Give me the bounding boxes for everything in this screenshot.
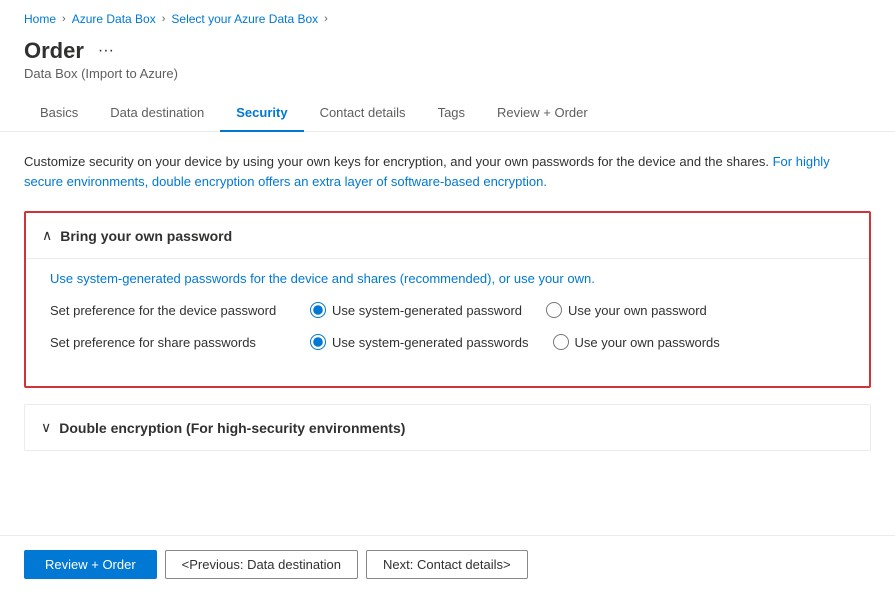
double-encryption-section: ∨ Double encryption (For high-security e… xyxy=(24,404,871,451)
share-password-row: Set preference for share passwords Use s… xyxy=(50,334,845,350)
section-description: Customize security on your device by usi… xyxy=(24,152,844,191)
bring-password-header[interactable]: ∧ Bring your own password xyxy=(26,213,869,258)
double-encryption-title: Double encryption (For high-security env… xyxy=(59,420,405,436)
tabs-bar: Basics Data destination Security Contact… xyxy=(0,81,895,132)
breadcrumb: Home › Azure Data Box › Select your Azur… xyxy=(0,0,895,34)
tab-basics[interactable]: Basics xyxy=(24,97,94,132)
share-system-radio[interactable] xyxy=(310,334,326,350)
share-password-radio-group: Use system-generated passwords Use your … xyxy=(310,334,720,350)
device-password-row: Set preference for the device password U… xyxy=(50,302,845,318)
share-system-option[interactable]: Use system-generated passwords xyxy=(310,334,529,350)
bring-password-section: ∧ Bring your own password Use system-gen… xyxy=(24,211,871,388)
description-link[interactable]: For highly secure environments, double e… xyxy=(24,154,830,189)
page-subtitle: Data Box (Import to Azure) xyxy=(24,66,871,81)
device-password-radio-group: Use system-generated password Use your o… xyxy=(310,302,707,318)
bring-password-title: Bring your own password xyxy=(60,228,232,244)
review-order-button[interactable]: Review + Order xyxy=(24,550,157,579)
share-own-option[interactable]: Use your own passwords xyxy=(553,334,720,350)
next-button[interactable]: Next: Contact details> xyxy=(366,550,528,579)
device-system-label: Use system-generated password xyxy=(332,303,522,318)
tab-tags[interactable]: Tags xyxy=(422,97,481,132)
device-password-label: Set preference for the device password xyxy=(50,303,310,318)
share-own-radio[interactable] xyxy=(553,334,569,350)
share-system-label: Use system-generated passwords xyxy=(332,335,529,350)
page-header: Order ··· Data Box (Import to Azure) xyxy=(0,34,895,81)
device-system-radio[interactable] xyxy=(310,302,326,318)
ellipsis-button[interactable]: ··· xyxy=(92,40,120,62)
device-own-label: Use your own password xyxy=(568,303,707,318)
breadcrumb-chevron-1: › xyxy=(62,13,66,25)
content-area: Customize security on your device by usi… xyxy=(0,132,895,451)
bring-password-desc: Use system-generated passwords for the d… xyxy=(50,259,845,302)
breadcrumb-azure-data-box[interactable]: Azure Data Box xyxy=(72,12,156,26)
collapse-icon: ∧ xyxy=(42,227,52,244)
share-password-label: Set preference for share passwords xyxy=(50,335,310,350)
breadcrumb-home[interactable]: Home xyxy=(24,12,56,26)
share-own-label: Use your own passwords xyxy=(575,335,720,350)
previous-button[interactable]: <Previous: Data destination xyxy=(165,550,358,579)
footer: Review + Order <Previous: Data destinati… xyxy=(0,535,895,593)
page-title: Order xyxy=(24,38,84,64)
breadcrumb-select[interactable]: Select your Azure Data Box xyxy=(171,12,318,26)
device-system-option[interactable]: Use system-generated password xyxy=(310,302,522,318)
device-own-radio[interactable] xyxy=(546,302,562,318)
bring-password-content: Use system-generated passwords for the d… xyxy=(26,258,869,386)
breadcrumb-chevron-3: › xyxy=(324,13,328,25)
tab-review-order[interactable]: Review + Order xyxy=(481,97,604,132)
double-encryption-header[interactable]: ∨ Double encryption (For high-security e… xyxy=(25,405,870,450)
breadcrumb-chevron-2: › xyxy=(162,13,166,25)
tab-contact-details[interactable]: Contact details xyxy=(304,97,422,132)
expand-icon: ∨ xyxy=(41,419,51,436)
tab-data-destination[interactable]: Data destination xyxy=(94,97,220,132)
tab-security[interactable]: Security xyxy=(220,97,303,132)
device-own-option[interactable]: Use your own password xyxy=(546,302,707,318)
